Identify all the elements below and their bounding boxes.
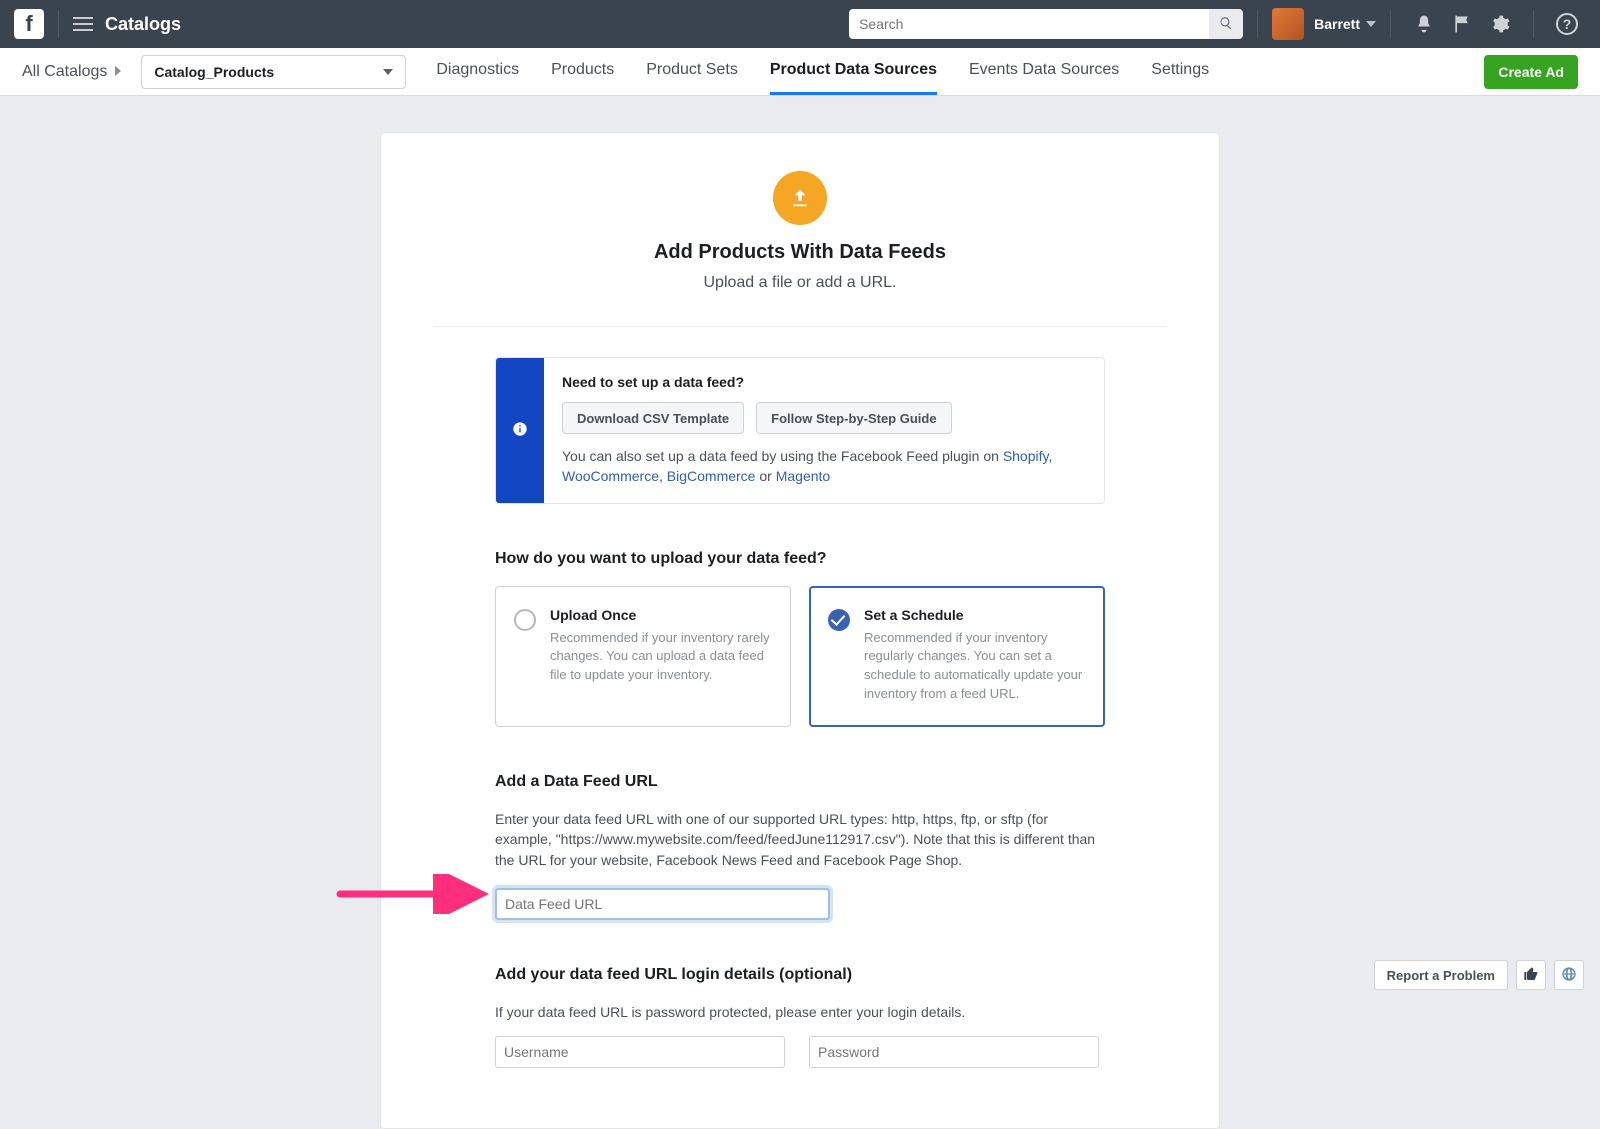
section-heading: Add your data feed URL login details (op… [495, 966, 1105, 984]
thumbs-up-icon [1523, 966, 1539, 985]
chevron-right-icon [113, 63, 123, 81]
subnav-tabs: Diagnostics Products Product Sets Produc… [436, 48, 1209, 95]
search-icon [1219, 16, 1233, 33]
catalog-selector-label: Catalog_Products [154, 64, 274, 80]
separator [1257, 10, 1258, 38]
option-set-schedule[interactable]: Set a Schedule Recommended if your inven… [809, 586, 1105, 727]
hero: Add Products With Data Feeds Upload a fi… [433, 171, 1167, 292]
create-ad-button[interactable]: Create Ad [1484, 55, 1578, 89]
upload-method-section: How do you want to upload your data feed… [495, 550, 1105, 727]
hamburger-menu-icon[interactable] [73, 17, 93, 31]
main-card: Add Products With Data Feeds Upload a fi… [380, 132, 1220, 1129]
separator [1390, 10, 1391, 38]
option-title: Upload Once [550, 607, 772, 623]
caret-down-icon [383, 64, 393, 80]
download-csv-button[interactable]: Download CSV Template [562, 402, 744, 434]
breadcrumb-root: All Catalogs [22, 63, 107, 81]
feed-username-input[interactable] [495, 1036, 785, 1068]
option-desc: Recommended if your inventory regularly … [864, 629, 1086, 704]
facebook-logo[interactable]: f [14, 9, 44, 39]
link-magento[interactable]: Magento [776, 468, 830, 484]
search-button[interactable] [1209, 9, 1243, 39]
tab-events-data-sources[interactable]: Events Data Sources [969, 48, 1119, 95]
globe-icon [1561, 966, 1577, 985]
option-upload-once[interactable]: Upload Once Recommended if your inventor… [495, 586, 791, 727]
radio-checked-icon [828, 609, 850, 631]
globe-button[interactable] [1554, 960, 1584, 990]
thumbs-up-button[interactable] [1516, 960, 1546, 990]
breadcrumb[interactable]: All Catalogs [22, 63, 129, 81]
catalog-subnav: All Catalogs Catalog_Products Diagnostic… [0, 48, 1600, 96]
notifications-icon[interactable] [1413, 13, 1435, 35]
tab-product-sets[interactable]: Product Sets [646, 48, 738, 95]
section-description: Enter your data feed URL with one of our… [495, 809, 1105, 870]
radio-unchecked-icon [514, 609, 536, 631]
info-heading: Need to set up a data feed? [562, 374, 1086, 390]
info-box: Need to set up a data feed? Download CSV… [495, 357, 1105, 504]
section-heading: How do you want to upload your data feed… [495, 550, 1105, 568]
separator [58, 10, 59, 38]
tab-settings[interactable]: Settings [1151, 48, 1209, 95]
bottom-bar: Report a Problem [1374, 960, 1584, 990]
feed-password-input[interactable] [809, 1036, 1099, 1068]
search-input[interactable] [849, 9, 1209, 39]
option-desc: Recommended if your inventory rarely cha… [550, 629, 772, 686]
info-icon [512, 421, 528, 440]
user-menu[interactable]: Barrett [1272, 8, 1376, 40]
info-stripe [496, 358, 544, 503]
link-woocommerce[interactable]: WooCommerce [562, 468, 659, 484]
info-text: You can also set up a data feed by using… [562, 446, 1086, 487]
upload-icon [773, 171, 827, 225]
link-bigcommerce[interactable]: BigCommerce [667, 468, 756, 484]
tab-product-data-sources[interactable]: Product Data Sources [770, 48, 937, 95]
section-heading: Add a Data Feed URL [495, 773, 1105, 791]
caret-down-icon [1366, 16, 1376, 32]
top-navbar: f Catalogs Barrett ? [0, 0, 1600, 48]
page-subtitle: Upload a file or add a URL. [704, 274, 897, 292]
report-problem-button[interactable]: Report a Problem [1374, 960, 1508, 990]
step-guide-button[interactable]: Follow Step-by-Step Guide [756, 402, 951, 434]
separator [1533, 10, 1534, 38]
page-title: Add Products With Data Feeds [654, 241, 946, 264]
feed-login-section: Add your data feed URL login details (op… [495, 966, 1105, 1068]
app-title: Catalogs [105, 14, 181, 35]
tab-products[interactable]: Products [551, 48, 614, 95]
annotation-arrow-icon [335, 874, 490, 917]
help-icon[interactable]: ? [1556, 13, 1578, 35]
username-label: Barrett [1314, 16, 1360, 32]
data-feed-url-input[interactable] [495, 888, 830, 920]
flag-icon[interactable] [1451, 13, 1473, 35]
settings-gear-icon[interactable] [1489, 13, 1511, 35]
catalog-selector[interactable]: Catalog_Products [141, 55, 406, 89]
divider [433, 326, 1167, 327]
tab-diagnostics[interactable]: Diagnostics [436, 48, 519, 95]
feed-url-section: Add a Data Feed URL Enter your data feed… [495, 773, 1105, 920]
avatar [1272, 8, 1304, 40]
option-title: Set a Schedule [864, 607, 1086, 623]
global-search [849, 9, 1243, 39]
section-description: If your data feed URL is password protec… [495, 1002, 1105, 1022]
link-shopify[interactable]: Shopify [1003, 448, 1049, 464]
